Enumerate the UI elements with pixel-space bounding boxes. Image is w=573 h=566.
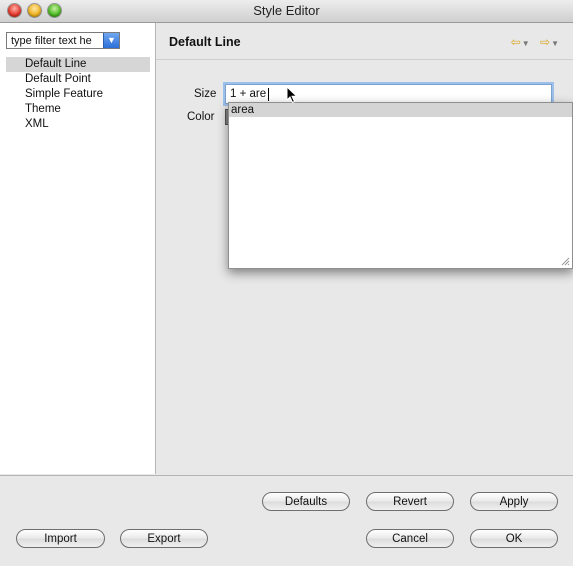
import-button[interactable]: Import <box>16 529 105 548</box>
resize-grip-icon[interactable] <box>560 256 570 266</box>
size-input[interactable]: 1 + are <box>225 84 552 104</box>
revert-button[interactable]: Revert <box>366 492 454 511</box>
window-titlebar: Style Editor <box>0 0 573 23</box>
page-title: Default Line <box>169 35 241 49</box>
history-nav: ⇦▼ ⇨▼ <box>510 35 565 49</box>
apply-button[interactable]: Apply <box>470 492 558 511</box>
tree-item-default-point[interactable]: Default Point <box>6 72 150 87</box>
sidebar: type filter text he ▼ Default Line Defau… <box>0 23 156 474</box>
mouse-pointer-icon <box>286 86 298 104</box>
forward-dropdown-icon[interactable]: ▼ <box>551 39 559 48</box>
ok-button[interactable]: OK <box>470 529 558 548</box>
filter-combo[interactable]: type filter text he ▼ <box>6 32 120 49</box>
preference-tree: Default Line Default Point Simple Featur… <box>6 57 150 132</box>
back-arrow-icon[interactable]: ⇦ <box>511 35 521 49</box>
export-button[interactable]: Export <box>120 529 208 548</box>
tree-item-default-line[interactable]: Default Line <box>6 57 150 72</box>
title-divider <box>156 59 573 60</box>
forward-arrow-icon[interactable]: ⇨ <box>540 35 550 49</box>
autocomplete-item[interactable]: area <box>229 103 572 117</box>
back-dropdown-icon[interactable]: ▼ <box>522 39 530 48</box>
tree-item-theme[interactable]: Theme <box>6 102 150 117</box>
window-title: Style Editor <box>253 3 320 18</box>
tree-item-xml[interactable]: XML <box>6 117 150 132</box>
size-input-value: 1 + are <box>230 88 267 100</box>
button-bar: Defaults Revert Apply Import Export Canc… <box>0 475 573 566</box>
chevron-down-icon[interactable]: ▼ <box>103 33 119 48</box>
tree-item-simple-feature[interactable]: Simple Feature <box>6 87 150 102</box>
autocomplete-popup[interactable]: area <box>228 102 573 269</box>
cancel-button[interactable]: Cancel <box>366 529 454 548</box>
size-label: Size <box>194 88 217 100</box>
defaults-button[interactable]: Defaults <box>262 492 350 511</box>
filter-input[interactable]: type filter text he <box>11 35 103 47</box>
color-label: Color <box>187 111 215 123</box>
text-caret <box>268 88 269 101</box>
